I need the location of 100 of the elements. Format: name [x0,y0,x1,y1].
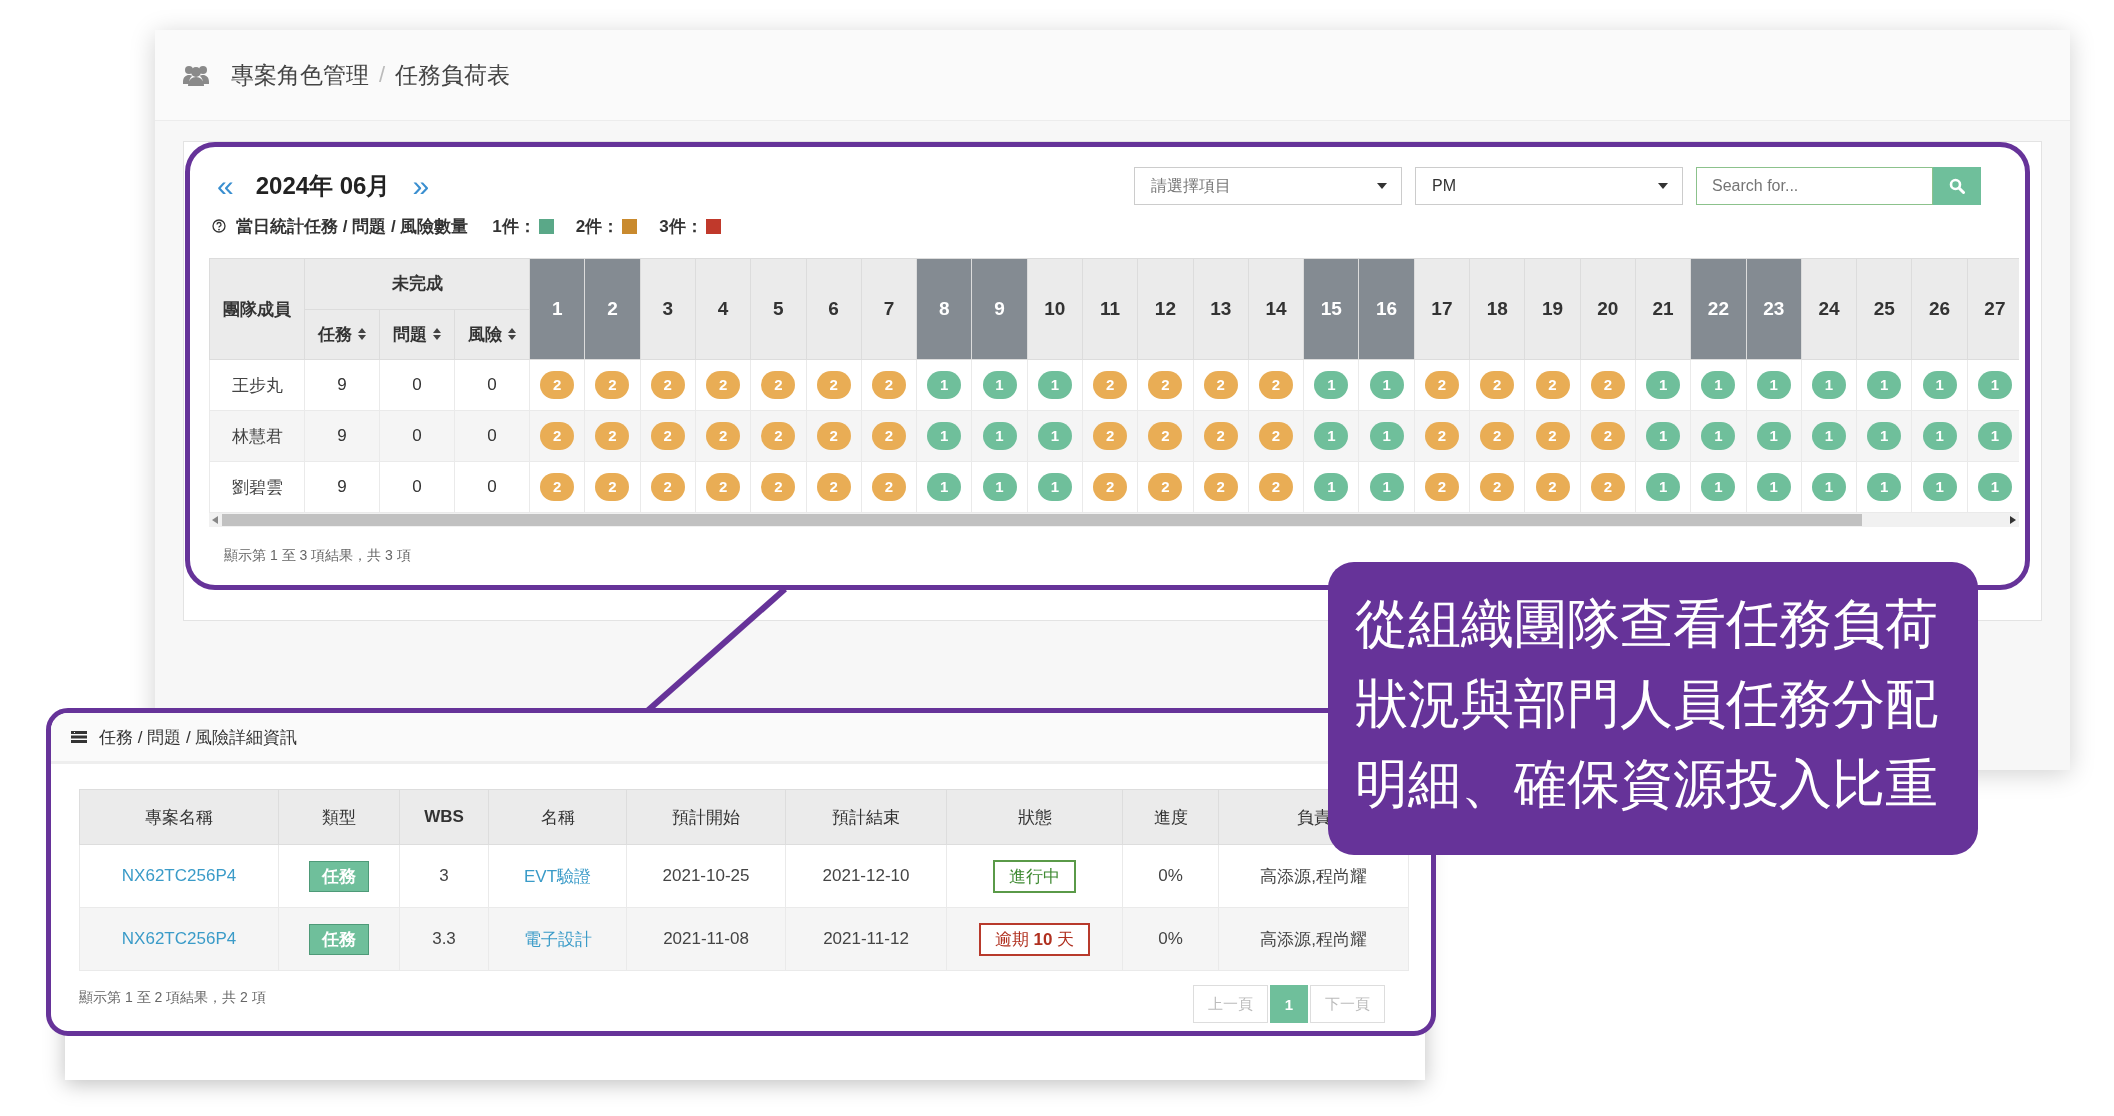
count-badge: 1 [1701,422,1736,450]
count-badge: 1 [1977,473,2012,501]
table-cell: 3.3 [399,907,489,971]
table-cell: 2021-12-10 [785,844,947,908]
table-cell: 0 [379,461,455,513]
search-field[interactable]: Search for... [1696,167,1933,205]
count-badge: 2 [540,371,575,399]
count-badge: 2 [816,422,851,450]
table-cell: 3 [399,844,489,908]
table-cell: 0% [1122,844,1219,908]
count-badge: 1 [1701,371,1736,399]
count-badge: 1 [1922,422,1957,450]
horizontal-scrollbar[interactable] [209,513,2019,527]
member-name: 王步丸 [209,359,305,411]
count-badge: 2 [650,422,685,450]
day-header: 27 [1967,258,2019,360]
count-badge: 2 [706,422,741,450]
count-badge: 1 [1812,473,1846,501]
count-badge: 2 [706,473,741,501]
day-header: 10 [1027,258,1083,360]
day-header: 13 [1193,258,1249,360]
count-badge: 1 [1037,371,1072,399]
day-header: 5 [750,258,806,360]
count-badge: 1 [1977,371,2012,399]
count-badge: 1 [927,371,962,399]
count-badge: 2 [1535,371,1570,399]
count-badge: 1 [982,473,1017,501]
project-link[interactable]: NX62TC256P4 [121,866,237,885]
dropdown[interactable]: PM [1415,167,1683,205]
table-cell: 2021-10-25 [626,844,786,908]
count-badge: 1 [1646,371,1681,399]
next-month-link[interactable]: » [412,171,430,201]
column-header: 預計結束 [785,789,947,845]
count-badge: 2 [1093,371,1128,399]
breadcrumb-separator: / [379,62,386,88]
count-badge: 2 [1424,422,1459,450]
count-badge: 2 [1203,422,1238,450]
count-badge: 2 [1535,422,1570,450]
day-header: 20 [1580,258,1636,360]
day-header: 16 [1358,258,1415,360]
day-header: 9 [971,258,1028,360]
count-badge: 2 [816,473,851,501]
count-badge: 1 [1646,473,1681,501]
count-badge: 1 [1812,371,1846,399]
count-badge: 2 [1093,473,1128,501]
breadcrumb-item[interactable]: 任務負荷表 [395,59,511,91]
count-badge: 2 [761,371,796,399]
day-header: 8 [916,258,972,360]
count-badge: 2 [1480,422,1515,450]
caret-icon [1658,183,1668,189]
member-name: 林慧君 [209,410,305,462]
count-badge: 1 [1756,473,1791,501]
count-badge: 2 [816,371,851,399]
day-header: 15 [1303,258,1359,360]
status-badge: 進行中 [993,859,1076,893]
table-cell: 9 [304,410,380,462]
count-badge: 1 [1037,473,1072,501]
count-badge: 1 [1867,371,1902,399]
column-header: 專案名稱 [79,789,279,845]
project-link[interactable]: NX62TC256P4 [121,929,237,948]
sort-icon [506,327,517,342]
member-name: 劉碧雲 [209,461,305,513]
day-header: 25 [1856,258,1912,360]
count-badge: 1 [1369,473,1404,501]
dropdown[interactable]: 請選擇項目 [1134,167,1402,205]
column-header: WBS [399,789,489,845]
task-link[interactable]: 電子設計 [523,929,592,949]
count-badge: 1 [1756,371,1791,399]
column-header: 進度 [1122,789,1219,845]
count-badge: 1 [1646,422,1681,450]
count-badge: 1 [927,422,962,450]
day-header: 24 [1801,258,1857,360]
count-badge: 1 [927,473,962,501]
count-badge: 2 [1590,371,1625,399]
count-badge: 2 [871,473,906,501]
day-header: 2 [584,258,641,360]
count-badge: 2 [1203,371,1238,399]
scroll-right-icon [2010,516,2016,524]
count-badge: 2 [706,371,741,399]
pagination-button[interactable]: 1 [1269,985,1308,1023]
search-button[interactable] [1933,167,1981,205]
table-cell: 0 [454,461,530,513]
count-badge: 2 [595,473,630,501]
count-badge: 2 [1480,371,1515,399]
breadcrumb-item[interactable]: 專案角色管理 [231,59,369,91]
day-header: 11 [1082,258,1138,360]
caret-icon [1377,183,1387,189]
count-badge: 1 [1756,422,1791,450]
day-header: 18 [1469,258,1525,360]
count-badge: 2 [1259,371,1293,399]
count-badge: 2 [595,371,630,399]
day-header: 17 [1414,258,1470,360]
count-badge: 2 [1535,473,1570,501]
type-badge: 任務 [309,860,369,892]
count-badge: 2 [650,473,685,501]
previous-month-link[interactable]: « [217,171,234,201]
users-icon [183,64,209,86]
day-header: 7 [861,258,917,360]
day-header: 1 [529,258,585,360]
task-link[interactable]: EVT驗證 [523,866,592,886]
